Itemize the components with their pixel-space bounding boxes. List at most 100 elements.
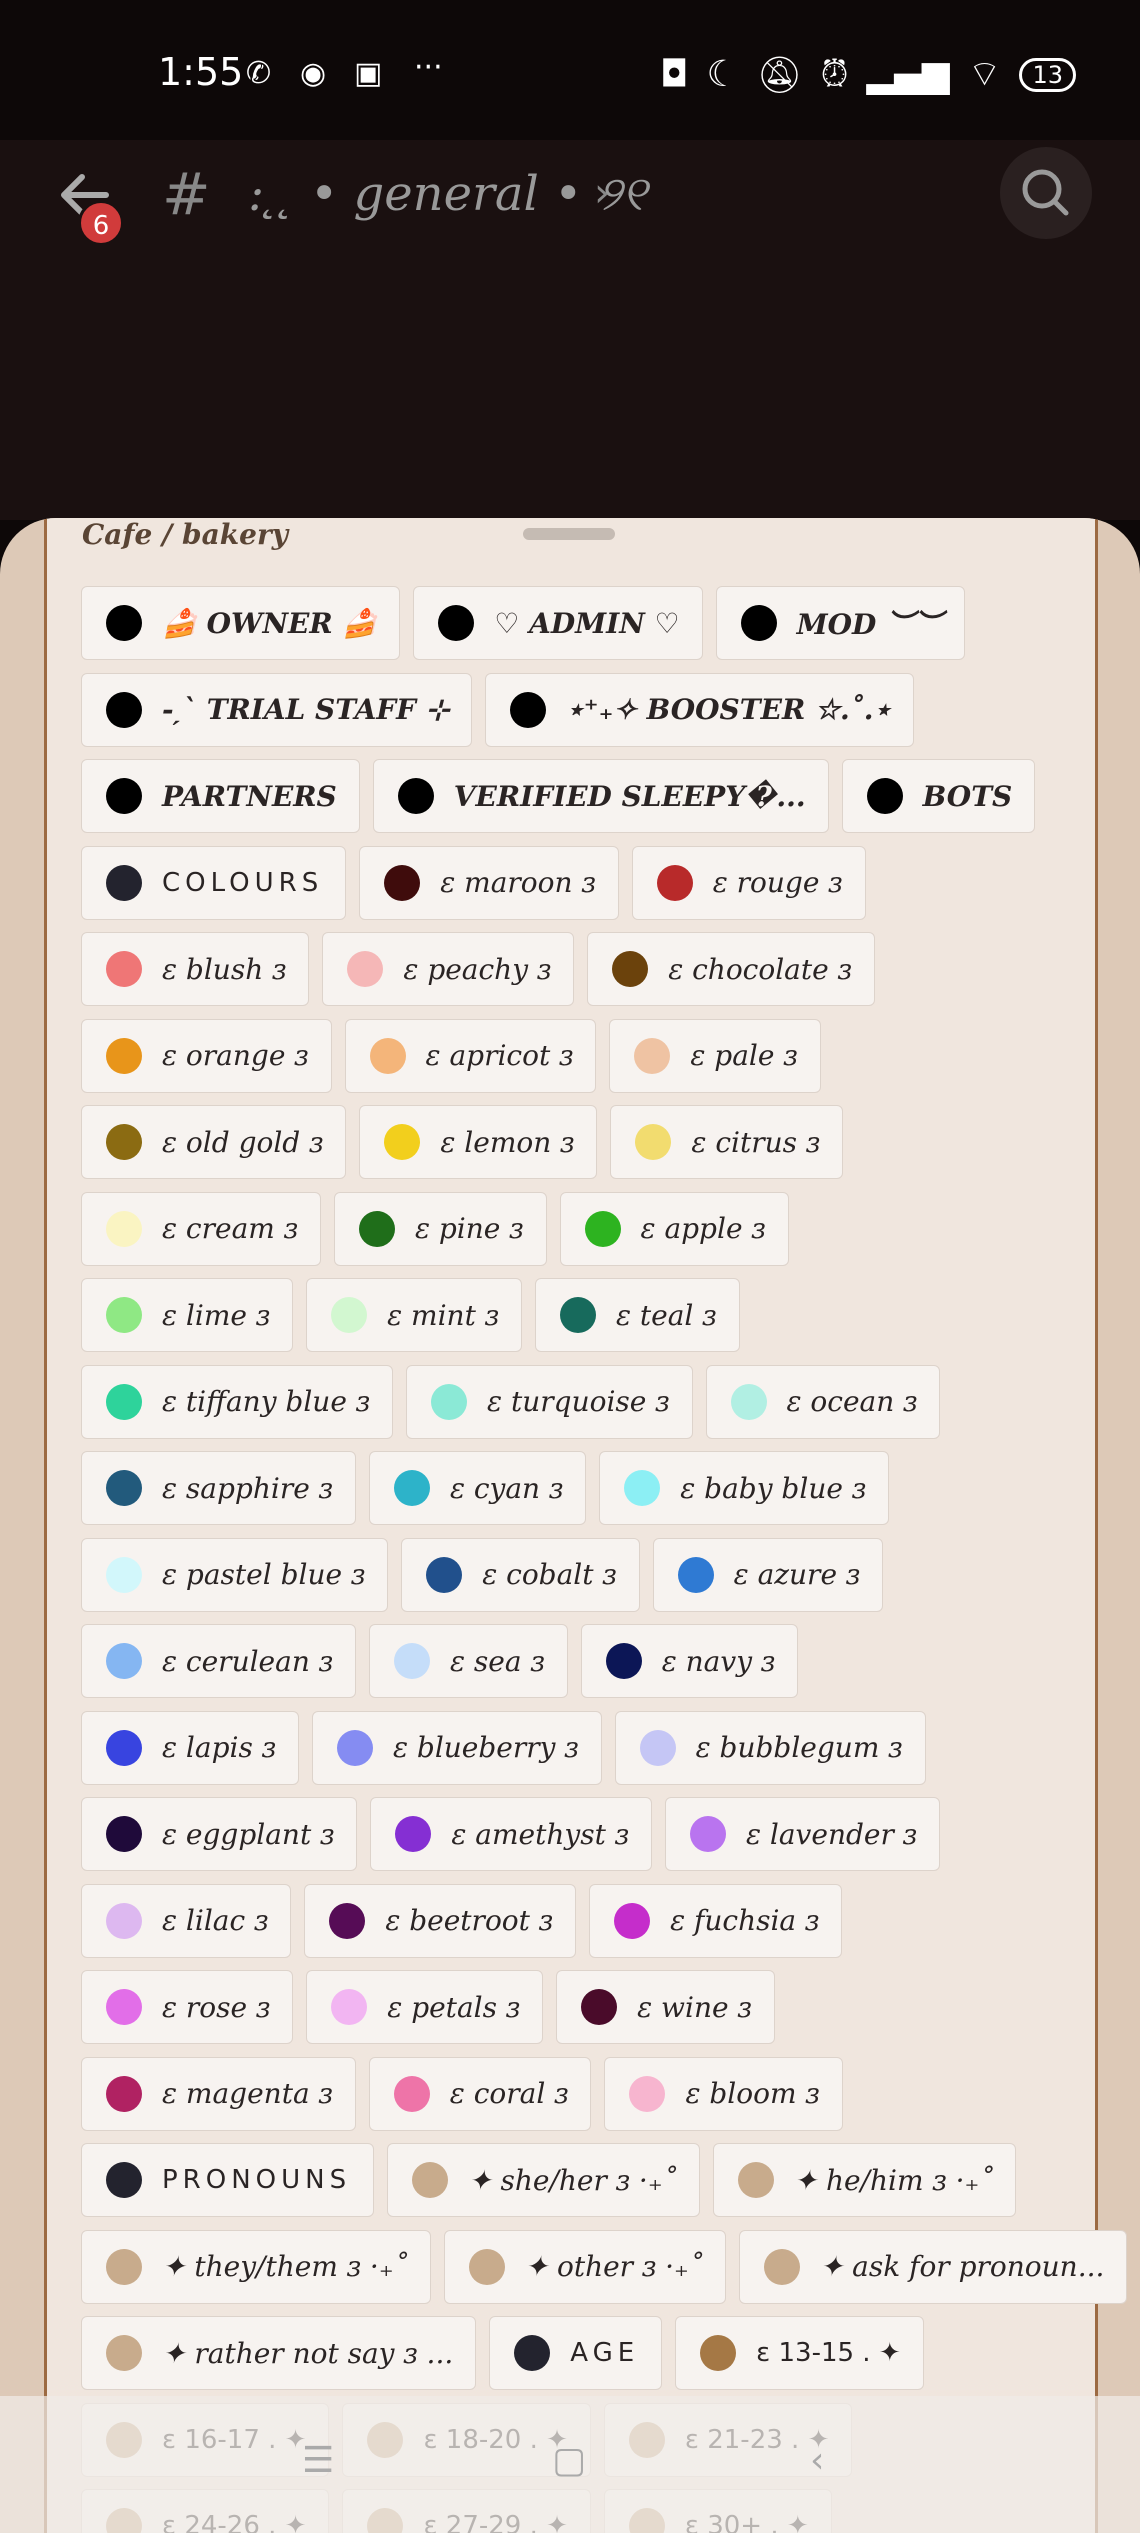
role-chip[interactable]: ɛ lavender ɜ <box>664 1797 941 1871</box>
role-chip[interactable]: ɛ azure ɜ <box>652 1537 884 1612</box>
role-row: ɛ tiffany blue ɜ ɛ turquoise ɜ ɛ ocean ɜ <box>81 1364 1091 1439</box>
role-chip[interactable]: ✦ other ɜ ·₊˚ <box>443 2229 726 2304</box>
role-chip[interactable]: ɛ beetroot ɜ <box>304 1883 577 1958</box>
role-chip[interactable]: ɛ blueberry ɜ <box>311 1710 602 1785</box>
role-chip[interactable]: ɛ rose ɜ <box>81 1970 294 2044</box>
role-color-dot <box>635 1124 672 1160</box>
role-chip[interactable]: 🍰 OWNER 🍰 <box>81 586 401 660</box>
role-color-dot <box>384 1124 421 1160</box>
role-chip[interactable]: MOD ︶︶ <box>715 586 966 660</box>
role-chip[interactable]: COLOURS <box>81 845 347 920</box>
role-chip[interactable]: ɛ turquoise ɜ <box>406 1364 693 1439</box>
role-color-dot <box>639 1729 676 1766</box>
role-label: ✦ he/him ɜ ·₊˚ <box>793 2163 994 2197</box>
channel-name[interactable]: : ̨ ̨ • general • ୨୧ <box>248 166 647 223</box>
role-chip[interactable]: ɛ ocean ɜ <box>705 1364 941 1439</box>
role-chip[interactable]: ɛ old gold ɜ <box>81 1105 347 1179</box>
role-chip[interactable]: ɛ pale ɜ <box>609 1018 821 1093</box>
role-chip[interactable]: AGE <box>489 2316 663 2390</box>
role-color-dot <box>106 1643 142 1679</box>
role-chip[interactable]: ✦ they/them ɜ ·₊˚ <box>81 2229 431 2304</box>
chevron-right-icon[interactable]: › <box>594 170 610 216</box>
role-chip[interactable]: ɛ chocolate ɜ <box>587 932 875 1006</box>
search-button[interactable] <box>1000 147 1092 239</box>
role-color-dot <box>612 951 649 987</box>
role-color-dot <box>336 1729 373 1766</box>
role-row: 🍰 OWNER 🍰 ♡ ADMIN ♡ MOD ︶︶ <box>81 586 1091 660</box>
role-label: BOTS <box>922 779 1013 813</box>
role-chip[interactable]: ɛ amethyst ɜ <box>370 1797 652 1871</box>
role-chip[interactable]: ɛ 13-15 . ✦ <box>675 2316 924 2390</box>
role-chip[interactable]: ɛ cyan ɜ <box>368 1451 587 1525</box>
role-label: ♡ ADMIN ♡ <box>494 606 680 640</box>
role-chip[interactable]: ✦ he/him ɜ ·₊˚ <box>712 2143 1017 2217</box>
role-color-dot <box>514 2335 551 2371</box>
role-color-dot <box>106 1729 142 1766</box>
recent-apps-icon[interactable]: ☰ <box>302 2440 334 2481</box>
role-chip[interactable]: ɛ bubblegum ɜ <box>614 1710 926 1785</box>
role-chip[interactable]: ✦ she/her ɜ ·₊˚ <box>387 2143 700 2217</box>
role-chip[interactable]: PARTNERS <box>81 759 360 833</box>
sheet-drag-handle[interactable] <box>523 528 615 540</box>
role-color-dot <box>700 2335 737 2371</box>
role-color-dot <box>510 691 547 728</box>
role-chip[interactable]: ɛ pine ɜ <box>333 1191 547 1266</box>
role-chip[interactable]: VERIFIED SLEEPY�... <box>372 759 829 833</box>
role-chip[interactable]: ɛ pastel blue ɜ <box>81 1537 389 1612</box>
role-chip[interactable]: ɛ bloom ɜ <box>604 2056 843 2131</box>
role-chip[interactable]: ɛ mint ɜ <box>306 1278 522 1352</box>
role-chip[interactable]: ɛ peachy ɜ <box>322 932 575 1006</box>
role-chip[interactable]: ɛ lapis ɜ <box>81 1710 299 1785</box>
role-chip[interactable]: ɛ cerulean ɜ <box>81 1624 356 1698</box>
role-color-dot <box>634 1037 671 1074</box>
role-chip[interactable]: ɛ apple ɜ <box>559 1191 789 1266</box>
role-chip[interactable]: ɛ lemon ɜ <box>359 1105 598 1179</box>
role-chip[interactable]: ɛ apricot ɜ <box>344 1018 597 1093</box>
home-icon[interactable]: ▢ <box>552 2440 586 2481</box>
role-color-dot <box>397 778 434 814</box>
role-chip[interactable]: ɛ sapphire ɜ <box>81 1451 356 1525</box>
role-chip[interactable]: ɛ navy ɜ <box>580 1624 799 1698</box>
role-chip[interactable]: ɛ cobalt ɜ <box>401 1537 640 1612</box>
role-chip[interactable]: ɛ sea ɜ <box>369 1624 568 1698</box>
role-chip[interactable]: -ˏˋ TRIAL STAFF ⊹ <box>81 672 473 747</box>
role-chip[interactable]: ɛ citrus ɜ <box>610 1105 844 1179</box>
role-chip[interactable]: ɛ eggplant ɜ <box>81 1797 358 1871</box>
role-label: ɛ petals ɜ <box>387 1990 521 2024</box>
role-chip[interactable]: ɛ lilac ɜ <box>81 1883 292 1958</box>
role-label: ɛ lapis ɜ <box>162 1731 276 1764</box>
role-chip[interactable]: ɛ petals ɜ <box>306 1970 544 2044</box>
role-chip[interactable]: BOTS <box>841 759 1036 833</box>
role-chip[interactable]: ɛ blush ɜ <box>81 932 310 1006</box>
role-chip[interactable]: ɛ rouge ɜ <box>631 845 866 920</box>
role-chip[interactable]: ɛ tiffany blue ɜ <box>81 1364 394 1439</box>
role-chip[interactable]: ♡ ADMIN ♡ <box>413 586 703 660</box>
role-chip[interactable]: ɛ fuchsia ɜ <box>589 1883 843 1958</box>
chat-area <box>0 275 1140 520</box>
role-chip[interactable]: ɛ maroon ɜ <box>359 845 619 920</box>
role-chip[interactable]: ✦ ask for pronoun... <box>738 2229 1128 2304</box>
role-chip[interactable]: PRONOUNS <box>81 2143 375 2217</box>
role-color-dot <box>438 605 475 641</box>
role-chip[interactable]: ɛ magenta ɜ <box>81 2056 356 2131</box>
role-chip[interactable]: ɛ baby blue ɜ <box>599 1451 890 1525</box>
role-chip[interactable]: ɛ cream ɜ <box>81 1191 321 1266</box>
role-chip[interactable]: ɛ wine ɜ <box>556 1970 775 2044</box>
role-label: ɛ lilac ɜ <box>162 1904 269 1937</box>
role-chip[interactable]: ✦ rather not say ɜ ... <box>81 2316 477 2390</box>
role-label: ɛ baby blue ɜ <box>680 1471 867 1505</box>
role-color-dot <box>468 2248 505 2285</box>
role-row: ɛ cerulean ɜ ɛ sea ɜ ɛ navy ɜ <box>81 1624 1091 1698</box>
role-color-dot <box>106 1470 142 1506</box>
role-chip[interactable]: ɛ orange ɜ <box>81 1018 332 1093</box>
back-nav-icon[interactable]: ‹ <box>810 2440 824 2481</box>
role-chip[interactable]: ɛ lime ɜ <box>81 1278 294 1352</box>
role-color-dot <box>737 2162 774 2198</box>
role-label: ɛ amethyst ɜ <box>451 1817 629 1851</box>
text-channel-hash-icon: # <box>162 160 211 228</box>
role-color-dot <box>559 1297 596 1333</box>
role-chip[interactable]: ɛ teal ɜ <box>534 1278 740 1352</box>
role-chip[interactable]: ⋆⁺₊✧ BOOSTER ☆.˚.⋆ <box>485 672 915 747</box>
role-chip[interactable]: ɛ coral ɜ <box>368 2056 592 2131</box>
role-label: ɛ blueberry ɜ <box>392 1731 579 1764</box>
